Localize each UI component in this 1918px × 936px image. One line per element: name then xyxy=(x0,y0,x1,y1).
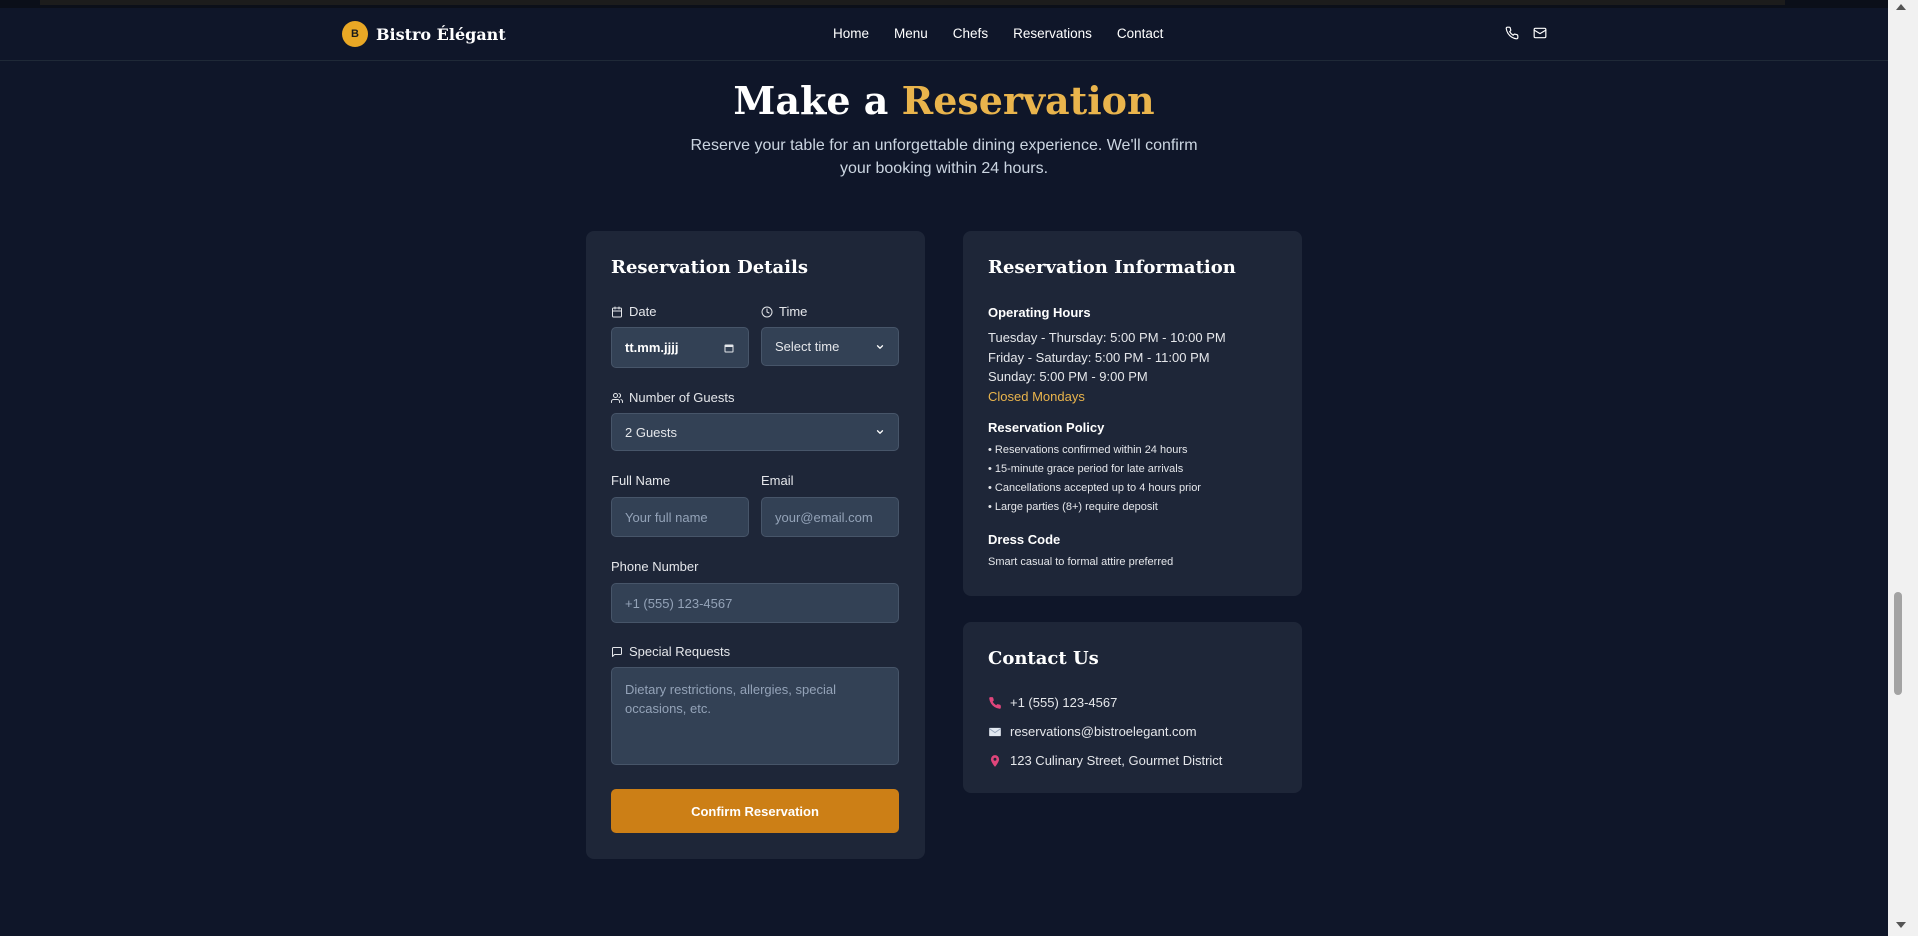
requests-label-text: Special Requests xyxy=(629,644,731,659)
date-input[interactable]: tt.mm.jjjj xyxy=(611,327,749,368)
time-label-text: Time xyxy=(779,304,808,319)
scrollbar-thumb[interactable] xyxy=(1894,592,1902,695)
nav-link-home[interactable]: Home xyxy=(833,26,869,41)
phone-input[interactable] xyxy=(611,583,899,623)
scrollbar[interactable] xyxy=(1888,0,1918,936)
info-title: Reservation Information xyxy=(988,257,1236,278)
calendar-icon xyxy=(612,306,622,317)
hours-heading: Operating Hours xyxy=(988,305,1091,320)
nav-icons xyxy=(1505,26,1547,40)
contact-address-text: 123 Culinary Street, Gourmet District xyxy=(1010,753,1223,768)
browser-top-strip xyxy=(0,0,1888,8)
form-title: Reservation Details xyxy=(611,257,808,278)
phone-icon xyxy=(989,696,1001,709)
time-select-value: Select time xyxy=(775,339,840,354)
location-pin-icon xyxy=(990,754,1000,767)
contact-phone-text: +1 (555) 123-4567 xyxy=(1010,695,1118,710)
phone-icon[interactable] xyxy=(1505,26,1519,40)
policy-item: • Large parties (8+) require deposit xyxy=(988,501,1158,513)
reservation-form-card: Reservation Details Date tt.mm.jjjj Time… xyxy=(586,231,925,859)
date-input-value: tt.mm.jjjj xyxy=(625,340,679,355)
policy-heading: Reservation Policy xyxy=(988,420,1105,435)
calendar-picker-icon[interactable] xyxy=(723,342,735,354)
contact-email[interactable]: reservations@bistroelegant.com xyxy=(988,724,1197,739)
scroll-up-arrow-icon[interactable] xyxy=(1896,4,1906,10)
clock-icon xyxy=(761,306,773,317)
name-label: Full Name xyxy=(611,473,671,488)
chevron-down-icon xyxy=(876,430,884,434)
nav-link-menu[interactable]: Menu xyxy=(894,26,928,41)
guests-select[interactable]: 2 Guests xyxy=(611,413,899,451)
users-icon xyxy=(611,392,623,403)
phone-label: Phone Number xyxy=(611,559,699,574)
contact-email-text: reservations@bistroelegant.com xyxy=(1010,724,1197,739)
contact-title: Contact Us xyxy=(988,648,1099,669)
nav-link-chefs[interactable]: Chefs xyxy=(953,26,988,41)
page-subtitle: Reserve your table for an unforgettable … xyxy=(690,137,1198,177)
confirm-reservation-button[interactable]: Confirm Reservation xyxy=(611,789,899,833)
brand[interactable]: B Bistro Élégant xyxy=(342,21,506,47)
contact-card: Contact Us +1 (555) 123-4567 reservation… xyxy=(963,622,1302,793)
hours-line: Tuesday - Thursday: 5:00 PM - 10:00 PM xyxy=(988,330,1226,345)
full-name-input[interactable] xyxy=(611,497,749,537)
guests-label: Number of Guests xyxy=(611,390,735,405)
nav-link-contact[interactable]: Contact xyxy=(1117,26,1164,41)
policy-item: • Reservations confirmed within 24 hours xyxy=(988,444,1188,456)
brand-logo: B xyxy=(342,21,368,47)
contact-phone[interactable]: +1 (555) 123-4567 xyxy=(988,695,1117,710)
reservation-info-card: Reservation Information Operating Hours … xyxy=(963,231,1302,596)
message-icon xyxy=(612,646,622,657)
mail-icon[interactable] xyxy=(1533,26,1547,40)
email-input[interactable] xyxy=(761,497,899,537)
policy-item: • Cancellations accepted up to 4 hours p… xyxy=(988,482,1201,494)
page-title-accent: Reservation xyxy=(901,78,1155,123)
policy-item: • 15-minute grace period for late arriva… xyxy=(988,463,1184,475)
hours-line: Sunday: 5:00 PM - 9:00 PM xyxy=(988,369,1148,384)
envelope-icon xyxy=(988,727,1002,736)
page-title: Make a Reservation xyxy=(0,78,1888,123)
time-select[interactable]: Select time xyxy=(761,327,899,366)
hours-line: Friday - Saturday: 5:00 PM - 11:00 PM xyxy=(988,350,1210,365)
email-label: Email xyxy=(761,473,794,488)
top-strip-bar xyxy=(40,0,1785,5)
dress-code-heading: Dress Code xyxy=(988,532,1061,547)
brand-name: Bistro Élégant xyxy=(376,24,506,44)
bottom-scroll-area xyxy=(0,922,1888,936)
nav-link-reservations[interactable]: Reservations xyxy=(1013,26,1092,41)
closed-notice: Closed Mondays xyxy=(988,389,1085,404)
scroll-down-arrow-icon[interactable] xyxy=(1896,922,1906,928)
requests-label: Special Requests xyxy=(611,644,730,659)
guests-label-text: Number of Guests xyxy=(629,390,735,405)
time-label: Time xyxy=(761,304,807,319)
date-label-text: Date xyxy=(629,304,657,319)
chevron-down-icon xyxy=(876,344,884,349)
guests-select-value: 2 Guests xyxy=(625,424,678,440)
special-requests-textarea[interactable] xyxy=(611,667,899,765)
dress-code-text: Smart casual to formal attire preferred xyxy=(988,556,1174,568)
nav-links: Home Menu Chefs Reservations Contact xyxy=(833,26,1163,41)
page-title-prefix: Make a xyxy=(733,78,889,123)
navbar: B Bistro Élégant Home Menu Chefs Reserva… xyxy=(0,8,1888,61)
contact-address: 123 Culinary Street, Gourmet District xyxy=(988,753,1222,768)
date-label: Date xyxy=(611,304,656,319)
